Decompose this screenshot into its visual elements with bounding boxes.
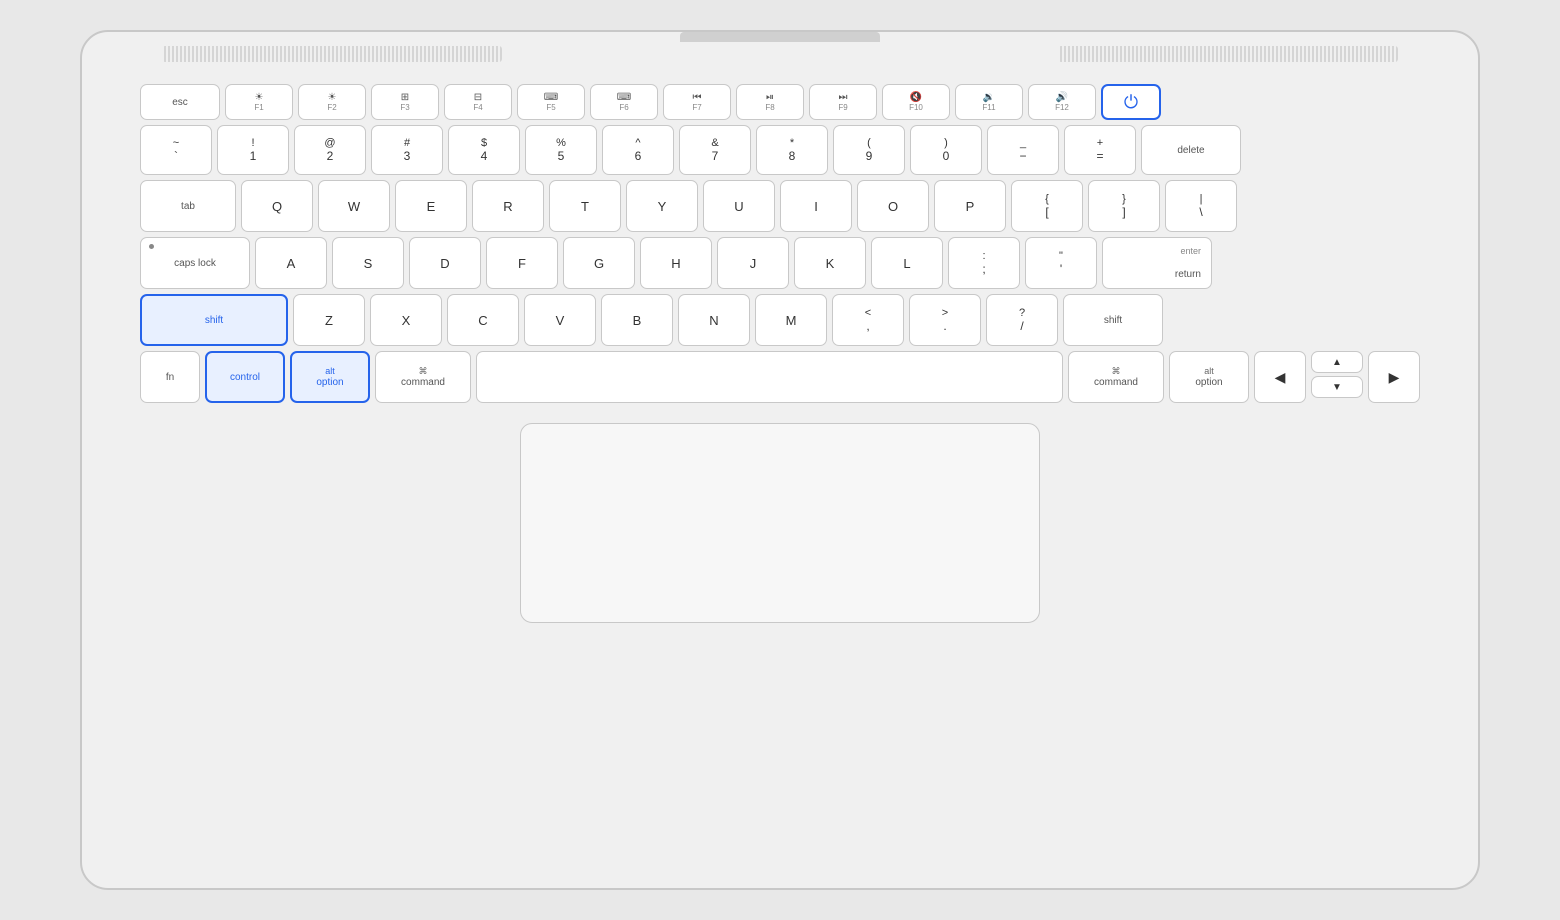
key-c[interactable]: C <box>447 294 519 346</box>
key-6[interactable]: ^ 6 <box>602 125 674 175</box>
key-backslash[interactable]: | \ <box>1165 180 1237 232</box>
key-arrow-down[interactable]: ▼ <box>1311 376 1363 398</box>
key-command-right[interactable]: ⌘ command <box>1068 351 1164 403</box>
key-quote[interactable]: " ' <box>1025 237 1097 289</box>
key-a[interactable]: A <box>255 237 327 289</box>
key-capslock[interactable]: caps lock <box>140 237 250 289</box>
key-comma[interactable]: < , <box>832 294 904 346</box>
key-2[interactable]: @ 2 <box>294 125 366 175</box>
arrow-up-down-container: ▲ ▼ <box>1311 351 1363 403</box>
key-s[interactable]: S <box>332 237 404 289</box>
key-shift-right[interactable]: shift <box>1063 294 1163 346</box>
key-v[interactable]: V <box>524 294 596 346</box>
key-semicolon[interactable]: : ; <box>948 237 1020 289</box>
key-tab[interactable]: tab <box>140 180 236 232</box>
key-command-left[interactable]: ⌘ command <box>375 351 471 403</box>
key-t[interactable]: T <box>549 180 621 232</box>
trackpad[interactable] <box>520 423 1040 623</box>
key-equals[interactable]: + = <box>1064 125 1136 175</box>
key-delete[interactable]: delete <box>1141 125 1241 175</box>
key-u[interactable]: U <box>703 180 775 232</box>
key-f12[interactable]: 🔊 F12 <box>1028 84 1096 120</box>
key-y[interactable]: Y <box>626 180 698 232</box>
fn-row: esc ☀ F1 ☀ F2 ⊞ F3 ⊟ F4 ⌨ F5 <box>140 84 1420 120</box>
key-8[interactable]: * 8 <box>756 125 828 175</box>
key-4[interactable]: $ 4 <box>448 125 520 175</box>
num-row: ~ ` ! 1 @ 2 # 3 $ 4 % 5 <box>140 125 1420 175</box>
key-f3[interactable]: ⊞ F3 <box>371 84 439 120</box>
key-n[interactable]: N <box>678 294 750 346</box>
key-r[interactable]: R <box>472 180 544 232</box>
key-minus[interactable]: _ − <box>987 125 1059 175</box>
key-x[interactable]: X <box>370 294 442 346</box>
key-f8[interactable]: ⏯ F8 <box>736 84 804 120</box>
key-shift-left[interactable]: shift <box>140 294 288 346</box>
key-3[interactable]: # 3 <box>371 125 443 175</box>
zxcv-row: shift Z X C V B N M < , > . ? / shift <box>140 294 1420 346</box>
key-7[interactable]: & 7 <box>679 125 751 175</box>
key-j[interactable]: J <box>717 237 789 289</box>
key-space[interactable] <box>476 351 1063 403</box>
key-arrow-right[interactable]: ▶ <box>1368 351 1420 403</box>
key-1[interactable]: ! 1 <box>217 125 289 175</box>
key-fn[interactable]: fn <box>140 351 200 403</box>
key-arrow-up[interactable]: ▲ <box>1311 351 1363 373</box>
speaker-right <box>1058 46 1398 62</box>
key-9[interactable]: ( 9 <box>833 125 905 175</box>
key-enter[interactable]: enter return <box>1102 237 1212 289</box>
key-b[interactable]: B <box>601 294 673 346</box>
capslock-indicator <box>149 244 154 249</box>
key-l[interactable]: L <box>871 237 943 289</box>
key-f7[interactable]: ⏮ F7 <box>663 84 731 120</box>
key-0[interactable]: ) 0 <box>910 125 982 175</box>
key-f1[interactable]: ☀ F1 <box>225 84 293 120</box>
key-k[interactable]: K <box>794 237 866 289</box>
qwerty-row: tab Q W E R T Y U I O P { [ } ] | \ <box>140 180 1420 232</box>
key-f[interactable]: F <box>486 237 558 289</box>
key-f5[interactable]: ⌨ F5 <box>517 84 585 120</box>
key-e[interactable]: E <box>395 180 467 232</box>
key-w[interactable]: W <box>318 180 390 232</box>
key-f9[interactable]: ⏭ F9 <box>809 84 877 120</box>
keyboard-area: esc ☀ F1 ☀ F2 ⊞ F3 ⊟ F4 ⌨ F5 <box>140 84 1420 403</box>
key-arrow-left[interactable]: ◀ <box>1254 351 1306 403</box>
key-backtick[interactable]: ~ ` <box>140 125 212 175</box>
key-f10[interactable]: 🔇 F10 <box>882 84 950 120</box>
key-5[interactable]: % 5 <box>525 125 597 175</box>
key-period[interactable]: > . <box>909 294 981 346</box>
key-h[interactable]: H <box>640 237 712 289</box>
bottom-row: fn control alt option ⌘ command ⌘ comman… <box>140 351 1420 403</box>
key-i[interactable]: I <box>780 180 852 232</box>
asdf-row: caps lock A S D F G H J K L : ; " ' ente… <box>140 237 1420 289</box>
key-p[interactable]: P <box>934 180 1006 232</box>
key-q[interactable]: Q <box>241 180 313 232</box>
key-m[interactable]: M <box>755 294 827 346</box>
key-o[interactable]: O <box>857 180 929 232</box>
key-z[interactable]: Z <box>293 294 365 346</box>
key-option-left[interactable]: alt option <box>290 351 370 403</box>
key-d[interactable]: D <box>409 237 481 289</box>
key-rbracket[interactable]: } ] <box>1088 180 1160 232</box>
key-f6[interactable]: ⌨ F6 <box>590 84 658 120</box>
key-slash[interactable]: ? / <box>986 294 1058 346</box>
key-control[interactable]: control <box>205 351 285 403</box>
key-option-right[interactable]: alt option <box>1169 351 1249 403</box>
laptop-body: esc ☀ F1 ☀ F2 ⊞ F3 ⊟ F4 ⌨ F5 <box>80 30 1480 890</box>
key-lbracket[interactable]: { [ <box>1011 180 1083 232</box>
laptop-hinge <box>680 32 880 42</box>
key-f2[interactable]: ☀ F2 <box>298 84 366 120</box>
key-f11[interactable]: 🔉 F11 <box>955 84 1023 120</box>
key-g[interactable]: G <box>563 237 635 289</box>
key-f4[interactable]: ⊟ F4 <box>444 84 512 120</box>
key-power[interactable]: ⏻ <box>1101 84 1161 120</box>
speaker-left <box>162 46 502 62</box>
key-esc[interactable]: esc <box>140 84 220 120</box>
